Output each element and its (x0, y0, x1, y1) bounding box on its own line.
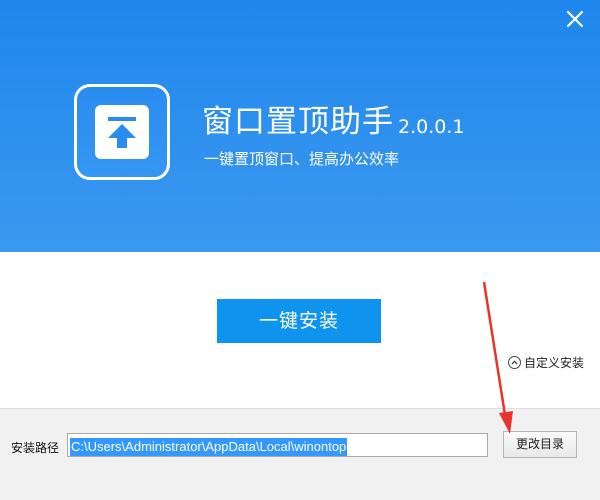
app-logo (74, 84, 170, 180)
install-path-input[interactable]: C:\Users\Administrator\AppData\Local\win… (67, 433, 488, 457)
install-path-label: 安装路径 (11, 441, 60, 455)
app-title: 窗口置顶助手 (202, 104, 394, 140)
change-directory-button[interactable]: 更改目录 (503, 431, 577, 458)
close-button[interactable] (564, 8, 586, 30)
install-path-value: C:\Users\Administrator\AppData\Local\win… (70, 438, 348, 456)
pin-to-top-icon (108, 117, 136, 148)
close-icon (566, 10, 584, 28)
custom-install-toggle[interactable]: 自定义安装 (508, 354, 584, 370)
chevron-up-circle-icon (511, 359, 518, 364)
header-banner: 窗口置顶助手 2.0.0.1 一键置顶窗口、提高办公效率 (0, 0, 600, 252)
custom-install-label: 自定义安装 (524, 355, 585, 370)
installer-window: 窗口置顶助手 2.0.0.1 一键置顶窗口、提高办公效率 一键安装 自定义安装 … (0, 0, 600, 500)
app-subtitle: 一键置顶窗口、提高办公效率 (204, 150, 400, 168)
app-version: 2.0.0.1 (398, 116, 465, 138)
one-click-install-button[interactable]: 一键安装 (217, 299, 381, 343)
